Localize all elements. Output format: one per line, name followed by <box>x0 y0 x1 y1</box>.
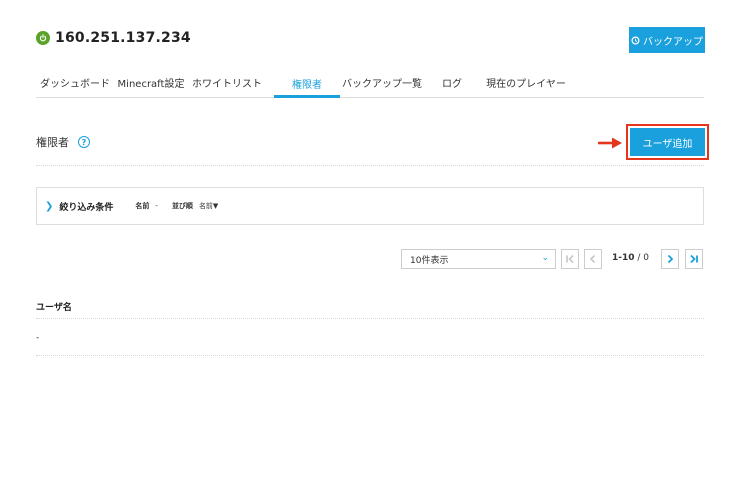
divider <box>36 165 704 166</box>
filter-sort-label: 並び順 <box>171 202 193 210</box>
chevron-left-icon <box>589 254 596 264</box>
table-cell-username: - <box>36 333 40 343</box>
chevron-right-icon <box>667 254 674 264</box>
filter-sort-value: 名前▼ <box>198 202 219 210</box>
arrow-right-icon <box>598 137 622 149</box>
tab-current-players[interactable]: 現在のプレイヤー <box>480 68 572 97</box>
backup-icon <box>631 35 640 45</box>
chevron-down-icon: ⌄ <box>541 253 549 263</box>
per-page-select[interactable]: 10件表示 ⌄ <box>401 249 556 269</box>
tab-minecraft-settings[interactable]: Minecraft設定 <box>114 68 188 97</box>
filter-toggle[interactable]: ❯ 絞り込み条件 <box>45 200 113 213</box>
server-header: 160.251.137.234 <box>36 30 191 46</box>
last-page-icon <box>690 254 698 264</box>
backup-button-label: バックアップ <box>643 36 703 48</box>
add-user-highlight: ユーザ追加 <box>626 124 709 160</box>
next-page-button[interactable] <box>661 249 679 269</box>
pagination-range: 1-10 <box>612 253 635 263</box>
tab-backup-list[interactable]: バックアップ一覧 <box>340 68 424 97</box>
per-page-value: 10件表示 <box>410 255 449 266</box>
question-icon[interactable]: ? <box>78 136 90 148</box>
tab-bar: ダッシュボード Minecraft設定 ホワイトリスト 権限者 バックアップ一覧… <box>36 68 704 98</box>
divider <box>36 355 704 356</box>
tab-permissions[interactable]: 権限者 <box>274 68 340 98</box>
page-title: 権限者 <box>36 136 69 149</box>
chevron-right-icon: ❯ <box>45 200 54 212</box>
backup-button[interactable]: バックアップ <box>629 27 705 53</box>
section-header: 権限者 ? <box>36 134 90 150</box>
filter-name-label: 名前 <box>135 202 150 210</box>
server-ip: 160.251.137.234 <box>55 30 191 46</box>
filter-panel: ❯ 絞り込み条件 名前 - 並び順 名前▼ <box>36 187 704 225</box>
pagination-info: 1-10 / 0 <box>612 253 649 263</box>
pagination-total: 0 <box>643 253 650 263</box>
filter-name-value: - <box>155 202 158 210</box>
first-page-icon <box>566 254 574 264</box>
last-page-button[interactable] <box>685 249 703 269</box>
tab-dashboard[interactable]: ダッシュボード <box>36 68 114 97</box>
pagination-separator: / <box>634 253 644 263</box>
column-header-username: ユーザ名 <box>36 303 72 313</box>
prev-page-button[interactable] <box>584 249 602 269</box>
add-user-button[interactable]: ユーザ追加 <box>630 128 705 156</box>
first-page-button[interactable] <box>561 249 579 269</box>
tab-log[interactable]: ログ <box>424 68 480 97</box>
divider <box>36 318 704 319</box>
filter-title: 絞り込み条件 <box>59 202 114 213</box>
power-icon <box>36 31 50 45</box>
tab-whitelist[interactable]: ホワイトリスト <box>188 68 266 97</box>
